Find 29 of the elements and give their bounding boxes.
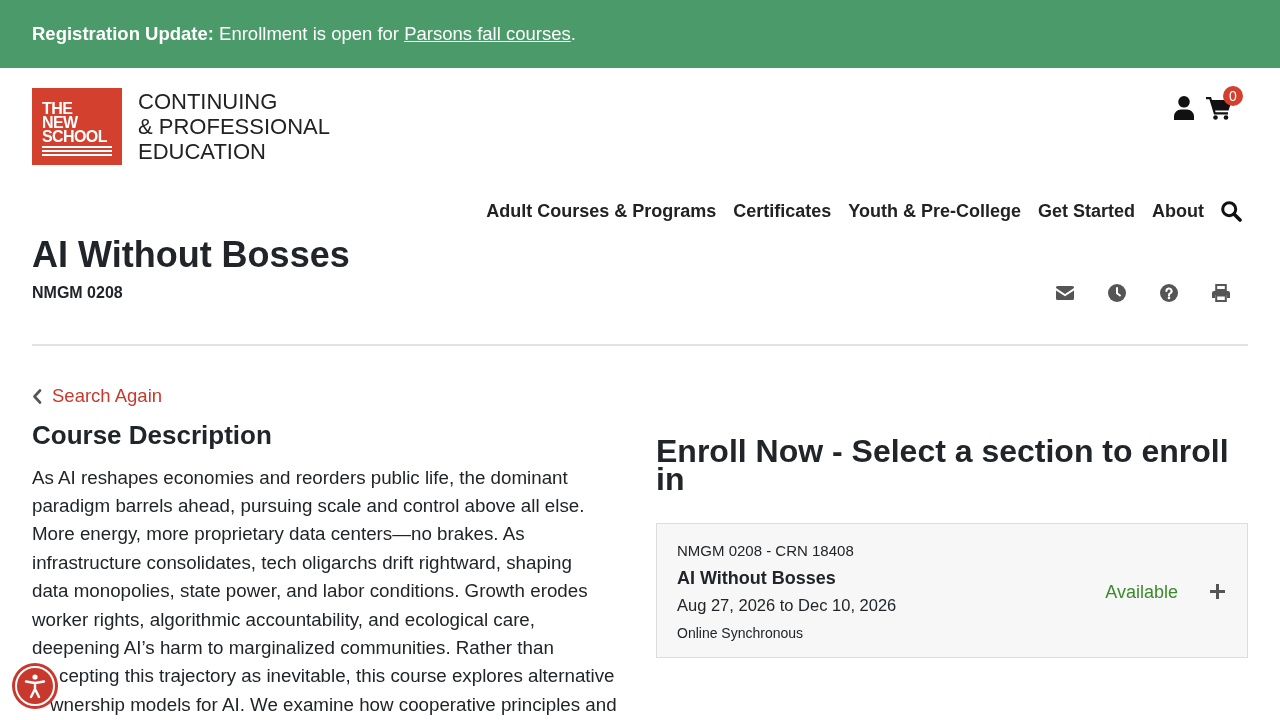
help-icon[interactable]: [1160, 284, 1178, 302]
section-title: AI Without Bosses: [677, 567, 837, 589]
enroll-heading: Enroll Now - Select a section to enroll in: [656, 437, 1230, 493]
announcement-text: Registration Update: Enrollment is open for Parsons fall courses.: [32, 23, 576, 45]
search-icon[interactable]: [1221, 200, 1242, 222]
nav-link[interactable]: Certificates: [733, 200, 832, 222]
nav-link[interactable]: Youth & Pre-College: [848, 200, 1021, 222]
print-icon[interactable]: [1212, 284, 1230, 302]
course-title: AI Without Bosses: [32, 235, 350, 275]
section-card[interactable]: NMGM 0208 - CRN 18408 AI Without Bosses Aug 27, 2026 to Dec 10, 2026 Online Synchronous Available: [656, 523, 1248, 658]
nav-link[interactable]: Adult Courses & Programs: [486, 200, 717, 222]
user-icon[interactable]: [1174, 96, 1194, 120]
section-format: Online Synchronous: [677, 624, 805, 642]
chevron-left-icon: [32, 388, 42, 404]
logo-mark[interactable]: THE NEW SCHOOL: [32, 88, 122, 165]
logo-wordmark[interactable]: CONTINUING & PROFESSIONAL EDUCATION: [138, 89, 330, 164]
clock-icon[interactable]: [1108, 284, 1126, 302]
email-icon[interactable]: [1056, 286, 1074, 300]
section-heading: Course Description: [32, 419, 273, 450]
nav-link[interactable]: Get Started: [1038, 200, 1135, 222]
search-again-link[interactable]: Search Again: [32, 385, 163, 407]
plus-icon[interactable]: [1210, 584, 1225, 599]
nav-link[interactable]: About: [1152, 200, 1204, 222]
availability-status: Available: [1105, 580, 1178, 603]
cart-count-badge: 0: [1223, 86, 1243, 106]
course-description-text: cepting this trajectory as inevitable, this course explores alternative wnership models for AI. We examine how cooperative principles and: [50, 664, 618, 717]
course-code: NMGM 0208: [32, 283, 124, 303]
section-crn: NMGM 0208 - CRN 18408: [677, 541, 855, 561]
section-dates: Aug 27, 2026 to Dec 10, 2026: [677, 595, 897, 616]
